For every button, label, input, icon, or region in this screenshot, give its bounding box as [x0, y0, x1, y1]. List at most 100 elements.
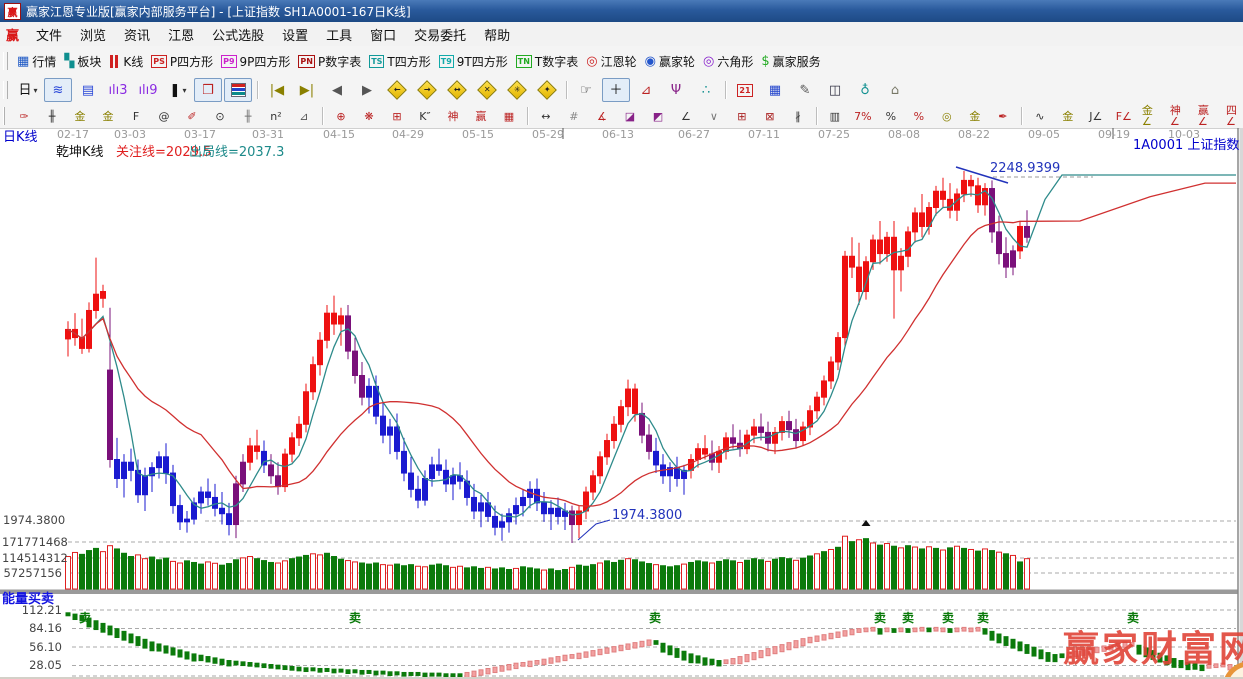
gold-line-tool-button[interactable]: 金: [962, 106, 988, 127]
menu-item[interactable]: 文件: [27, 23, 71, 46]
menu-item[interactable]: 设置: [273, 23, 317, 46]
gann-wheel-button[interactable]: ◎江恩轮: [583, 49, 639, 73]
pen-tool-button[interactable]: ✑: [11, 106, 37, 127]
angle-lines-tool-button[interactable]: ∠: [673, 106, 699, 127]
fence-tool-button[interactable]: ╫: [39, 106, 65, 127]
mirror-angle-tool-button[interactable]: ⊿: [291, 106, 317, 127]
calendar-button[interactable]: 21: [731, 78, 759, 102]
gold-box-tool-button[interactable]: 金: [1055, 106, 1081, 127]
box-rays-tool-button[interactable]: ◪: [617, 106, 643, 127]
pattern-button[interactable]: ❒: [194, 78, 222, 102]
info-panel-button[interactable]: ▤: [74, 78, 102, 102]
sectors-button[interactable]: ▚板块: [61, 49, 104, 73]
percent-tool-button[interactable]: %: [878, 106, 904, 127]
ying-box-tool-button[interactable]: 赢: [468, 106, 494, 127]
star-web-tool-button[interactable]: ❋: [356, 106, 382, 127]
hexagon-button[interactable]: ◎六角形: [700, 49, 756, 73]
web-update-button[interactable]: ♁: [851, 78, 879, 102]
gold-angle-tool-button[interactable]: 金∠: [1139, 106, 1165, 127]
first-page-button[interactable]: |◀: [263, 78, 291, 102]
notepad-button[interactable]: ✎: [791, 78, 819, 102]
shift-right-diamond-button[interactable]: →: [413, 78, 441, 102]
parallel-tool-button[interactable]: ∦: [785, 106, 811, 127]
menu-item[interactable]: 帮助: [475, 23, 519, 46]
shen-fence-tool-button[interactable]: 神: [440, 106, 466, 127]
j-angle-tool-button[interactable]: J∠: [1083, 106, 1109, 127]
width-tool-button[interactable]: ↔: [533, 106, 559, 127]
calculator-button[interactable]: ▦: [761, 78, 789, 102]
menu-item[interactable]: 资讯: [115, 23, 159, 46]
crosshair-button[interactable]: ＋: [602, 78, 630, 102]
web-grid-tool-button-icon: ⊞: [392, 111, 401, 122]
candle-style-button[interactable]: ❚▾: [164, 78, 192, 102]
gold-fence2-tool-button[interactable]: 金: [95, 106, 121, 127]
zoom-horizontal-diamond-button[interactable]: ↔: [443, 78, 471, 102]
v-lines-tool-button[interactable]: ∨: [701, 106, 727, 127]
winner-wheel-button[interactable]: ◉赢家轮: [642, 49, 698, 73]
last-page-button[interactable]: ▶|: [293, 78, 321, 102]
gann-tool-button[interactable]: Ψ: [662, 78, 690, 102]
ruler-123-tool-button[interactable]: ▦: [496, 106, 522, 127]
gold-fence-tool-button[interactable]: 金: [67, 106, 93, 127]
gold-circle-tool-button[interactable]: ◎: [934, 106, 960, 127]
prev-page-button[interactable]: ◀: [323, 78, 351, 102]
full-view-diamond-button[interactable]: ✦: [533, 78, 561, 102]
t9-square-button[interactable]: T99T四方形: [436, 49, 511, 73]
menu-item[interactable]: 工具: [317, 23, 361, 46]
t-number-table-button[interactable]: TNT数字表: [513, 49, 582, 73]
quotes-button[interactable]: ▦行情: [14, 49, 59, 73]
menu-item[interactable]: 浏览: [71, 23, 115, 46]
web-grid-tool-button[interactable]: ⊞: [384, 106, 410, 127]
p9-square-button[interactable]: P99P四方形: [218, 49, 293, 73]
compress-diamond-button[interactable]: ✕: [473, 78, 501, 102]
wave-overlay-button[interactable]: ≋: [44, 78, 72, 102]
angle-measure-button[interactable]: ⊿: [632, 78, 660, 102]
shift-left-diamond-button[interactable]: ←: [383, 78, 411, 102]
percent-red-tool-button[interactable]: %: [906, 106, 932, 127]
marker-tool-button[interactable]: ✐: [179, 106, 205, 127]
target-tool-button[interactable]: ⊕: [328, 106, 354, 127]
si-angle-tool-button[interactable]: 四∠: [1223, 106, 1243, 127]
p-square-button[interactable]: PSP四方形: [148, 49, 216, 73]
menu-item[interactable]: 江恩: [159, 23, 203, 46]
spiral-tool-button[interactable]: @: [151, 106, 177, 127]
p-number-table-button[interactable]: PNP数字表: [295, 49, 364, 73]
menu-item[interactable]: 交易委托: [405, 23, 475, 46]
bars-9-button[interactable]: ılı9: [134, 78, 162, 102]
red-grid-tool-button[interactable]: ⊞: [729, 106, 755, 127]
red-grid2-tool-button[interactable]: ⊠: [757, 106, 783, 127]
f-fence-tool-button[interactable]: F: [123, 106, 149, 127]
toolbar-drag-handle[interactable]: [3, 52, 8, 70]
column-tool-button[interactable]: ▥: [822, 106, 848, 127]
next-page-button[interactable]: ▶: [353, 78, 381, 102]
frame-tool-button[interactable]: #: [561, 106, 587, 127]
network-analysis-button[interactable]: ∴: [692, 78, 720, 102]
toolbar-drag-handle[interactable]: [3, 107, 5, 125]
n-squared-tool-button[interactable]: n²: [263, 106, 289, 127]
brush-tool-button[interactable]: ✒: [990, 106, 1016, 127]
shen-angle-tool-button[interactable]: 神∠: [1167, 106, 1193, 127]
ying-angle-tool-button[interactable]: 赢∠: [1195, 106, 1221, 127]
expand-diamond-button[interactable]: ✳: [503, 78, 531, 102]
percent-line-tool-button[interactable]: 7%: [850, 106, 876, 127]
kline-button[interactable]: K线: [106, 49, 146, 73]
menu-item[interactable]: 公式选股: [203, 23, 273, 46]
rays-tool-button[interactable]: ∡: [589, 106, 615, 127]
winner-service-button[interactable]: $赢家服务: [758, 49, 823, 73]
chart-canvas[interactable]: 2248.93991974.3800卖卖卖卖卖卖卖卖: [0, 128, 1243, 679]
wave-box-tool-button[interactable]: ∿: [1027, 106, 1053, 127]
menu-item[interactable]: 窗口: [361, 23, 405, 46]
remote-pc-button[interactable]: ⌂: [881, 78, 909, 102]
save-button[interactable]: ◫: [821, 78, 849, 102]
toolbar-drag-handle[interactable]: [3, 81, 8, 99]
gann-clock-tool-button[interactable]: ⊙: [207, 106, 233, 127]
period-day-button[interactable]: 日▾: [14, 78, 42, 102]
hand-tool-button[interactable]: ☞: [572, 78, 600, 102]
t-square-button[interactable]: TST四方形: [366, 49, 434, 73]
box-rays2-tool-button[interactable]: ◩: [645, 106, 671, 127]
histogram-button[interactable]: [224, 78, 252, 102]
grid-fence-tool-button[interactable]: ╫: [235, 106, 261, 127]
bars-3-button[interactable]: ılı3: [104, 78, 132, 102]
kline-mark-tool-button[interactable]: K″: [412, 106, 438, 127]
f-angle-tool-button[interactable]: F∠: [1111, 106, 1137, 127]
